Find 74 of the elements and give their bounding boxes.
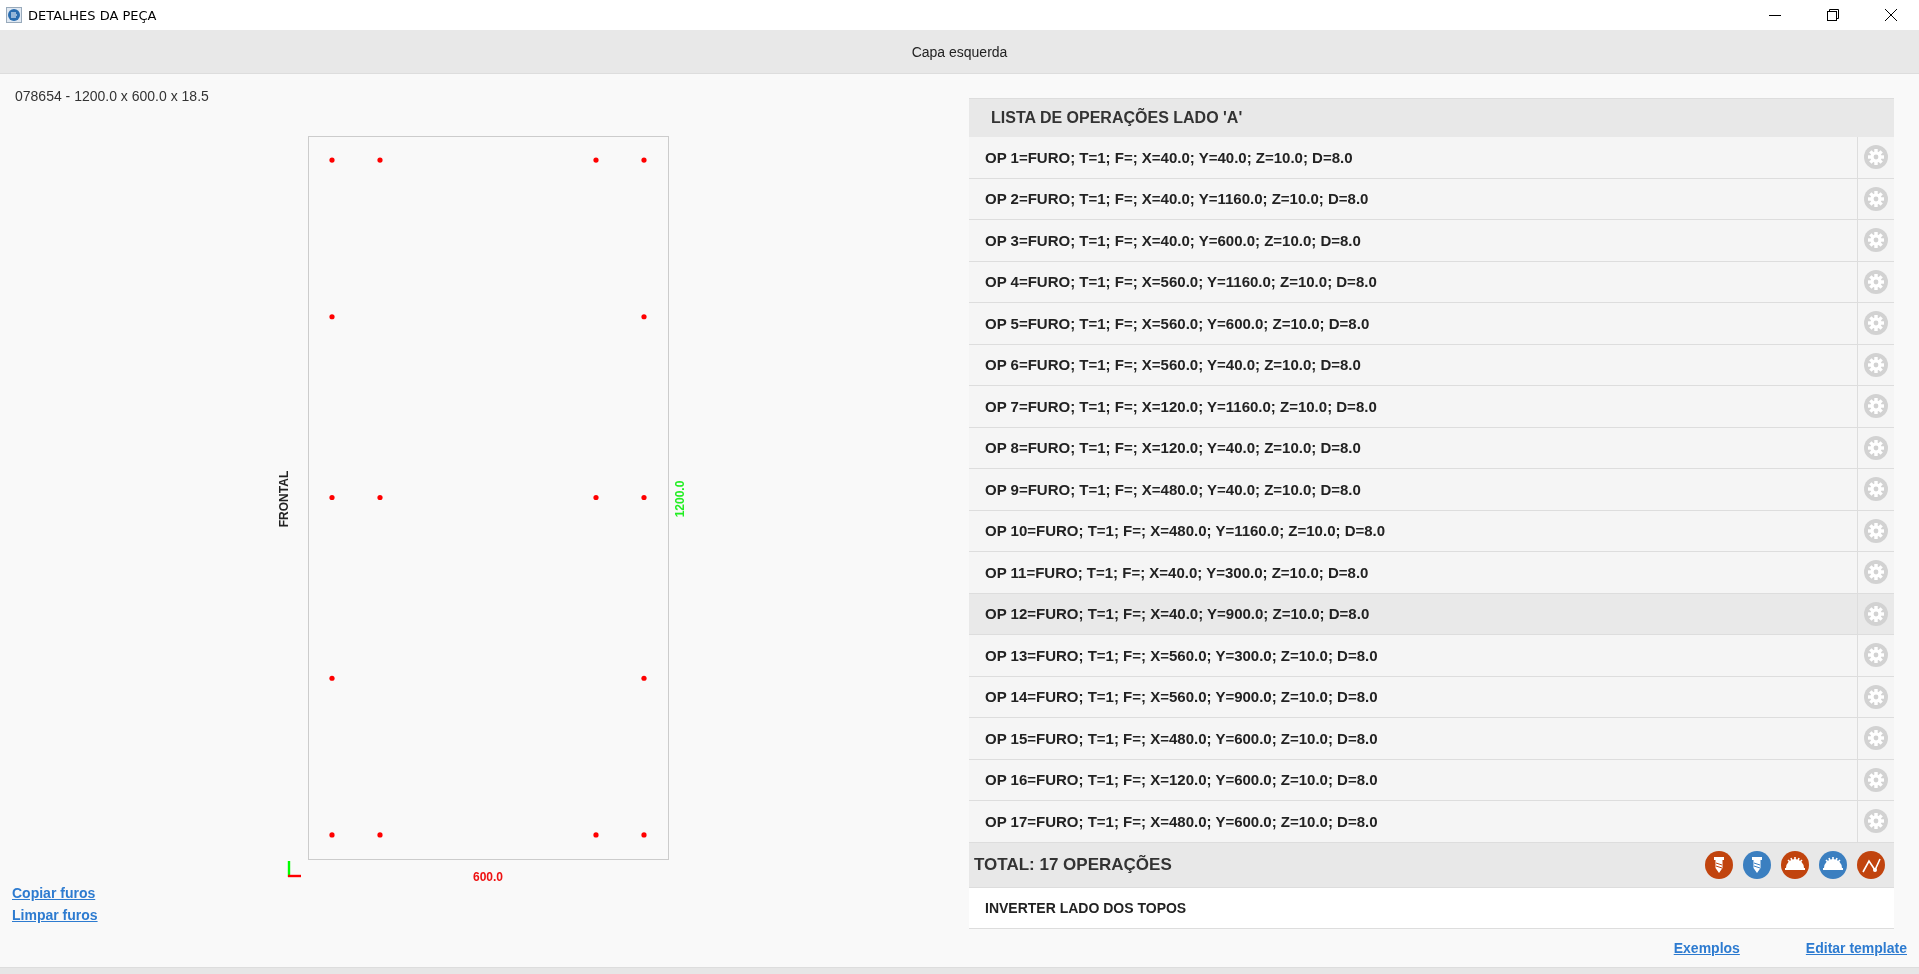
saw-blade-icon[interactable] <box>1780 849 1810 880</box>
operation-label: OP 7=FURO; T=1; F=; X=120.0; Y=1160.0; Z=10.0; D=8.0 <box>984 396 1378 417</box>
polyline-icon[interactable] <box>1856 849 1886 880</box>
settings-icon[interactable] <box>1864 643 1888 668</box>
settings-icon[interactable] <box>1864 767 1888 792</box>
operation-row[interactable]: OP 10=FURO; T=1; F=; X=480.0; Y=1160.0; Z=10.0; D=8.0 <box>969 510 1894 552</box>
operation-row[interactable]: OP 14=FURO; T=1; F=; X=560.0; Y=900.0; Z=10.0; D=8.0 <box>969 676 1894 718</box>
settings-icon[interactable] <box>1864 435 1888 460</box>
operation-row[interactable]: OP 8=FURO; T=1; F=; X=120.0; Y=40.0; Z=10.0; D=8.0 <box>969 427 1894 469</box>
operation-label: OP 5=FURO; T=1; F=; X=560.0; Y=600.0; Z=10.0; D=8.0 <box>984 313 1371 334</box>
operation-row[interactable]: OP 13=FURO; T=1; F=; X=560.0; Y=300.0; Z=10.0; D=8.0 <box>969 635 1894 677</box>
settings-icon[interactable] <box>1864 145 1888 170</box>
operation-label: OP 8=FURO; T=1; F=; X=120.0; Y=40.0; Z=10.0; D=8.0 <box>984 438 1362 459</box>
width-dimension: 600.0 <box>473 870 503 884</box>
operation-row[interactable]: OP 6=FURO; T=1; F=; X=560.0; Y=40.0; Z=10.0; D=8.0 <box>969 344 1894 386</box>
settings-icon[interactable] <box>1864 269 1888 294</box>
operation-label: OP 11=FURO; T=1; F=; X=40.0; Y=300.0; Z=10.0; D=8.0 <box>984 562 1370 583</box>
operation-row[interactable]: OP 12=FURO; T=1; F=; X=40.0; Y=900.0; Z=10.0; D=8.0 <box>969 593 1894 635</box>
operation-label: OP 10=FURO; T=1; F=; X=480.0; Y=1160.0; Z=10.0; D=8.0 <box>984 521 1387 542</box>
operation-label: OP 15=FURO; T=1; F=; X=480.0; Y=600.0; Z=10.0; D=8.0 <box>984 728 1379 749</box>
header-title: Capa esquerda <box>911 43 1008 60</box>
settings-icon[interactable] <box>1864 726 1888 751</box>
settings-icon[interactable] <box>1864 684 1888 709</box>
settings-icon[interactable] <box>1864 809 1888 834</box>
settings-icon[interactable] <box>1864 601 1888 626</box>
operation-label: OP 1=FURO; T=1; F=; X=40.0; Y=40.0; Z=10.0; D=8.0 <box>984 147 1354 168</box>
height-dimension: 1200.0 <box>673 480 687 518</box>
operation-label: OP 4=FURO; T=1; F=; X=560.0; Y=1160.0; Z=10.0; D=8.0 <box>984 272 1378 293</box>
operation-row[interactable]: OP 3=FURO; T=1; F=; X=40.0; Y=600.0; Z=10.0; D=8.0 <box>969 220 1894 262</box>
operation-row[interactable]: OP 9=FURO; T=1; F=; X=480.0; Y=40.0; Z=10.0; D=8.0 <box>969 469 1894 511</box>
operation-row[interactable]: OP 17=FURO; T=1; F=; X=480.0; Y=600.0; Z=10.0; D=8.0 <box>969 801 1894 843</box>
settings-icon[interactable] <box>1864 477 1888 502</box>
operation-row[interactable]: OP 15=FURO; T=1; F=; X=480.0; Y=600.0; Z=10.0; D=8.0 <box>969 718 1894 760</box>
operation-row[interactable]: OP 1=FURO; T=1; F=; X=40.0; Y=40.0; Z=10.0; D=8.0 <box>969 137 1894 179</box>
operation-row[interactable]: OP 11=FURO; T=1; F=; X=40.0; Y=300.0; Z=10.0; D=8.0 <box>969 552 1894 594</box>
operation-label: OP 9=FURO; T=1; F=; X=480.0; Y=40.0; Z=10.0; D=8.0 <box>984 479 1362 500</box>
list-title: LISTA DE OPERAÇÕES LADO 'A' <box>991 109 1243 127</box>
app-icon <box>6 7 22 23</box>
option-label: INVERTER LADO DOS TOPOS <box>985 899 1187 916</box>
settings-icon[interactable] <box>1864 560 1888 585</box>
operation-label: OP 17=FURO; T=1; F=; X=480.0; Y=600.0; Z=10.0; D=8.0 <box>984 811 1379 832</box>
settings-icon[interactable] <box>1864 352 1888 377</box>
operation-label: OP 3=FURO; T=1; F=; X=40.0; Y=600.0; Z=10.0; D=8.0 <box>984 230 1362 251</box>
operation-label: OP 2=FURO; T=1; F=; X=40.0; Y=1160.0; Z=10.0; D=8.0 <box>984 189 1370 210</box>
operation-row[interactable]: OP 2=FURO; T=1; F=; X=40.0; Y=1160.0; Z=10.0; D=8.0 <box>969 178 1894 220</box>
drill-bit-icon[interactable] <box>1704 849 1734 880</box>
operation-row[interactable]: OP 16=FURO; T=1; F=; X=120.0; Y=600.0; Z=10.0; D=8.0 <box>969 759 1894 801</box>
saw-blade-icon[interactable] <box>1818 849 1848 880</box>
drill-bit-icon[interactable] <box>1742 849 1772 880</box>
total-label: TOTAL: 17 OPERAÇÕES <box>974 854 1172 875</box>
window-title: DETALHES DA PEÇA <box>28 7 157 23</box>
operation-row[interactable]: OP 4=FURO; T=1; F=; X=560.0; Y=1160.0; Z=10.0; D=8.0 <box>969 261 1894 303</box>
action-link[interactable]: Limpar furos <box>12 907 98 923</box>
restore-icon[interactable] <box>1827 9 1839 21</box>
operation-label: OP 12=FURO; T=1; F=; X=40.0; Y=900.0; Z=10.0; D=8.0 <box>984 604 1371 625</box>
operation-label: OP 6=FURO; T=1; F=; X=560.0; Y=40.0; Z=10.0; D=8.0 <box>984 355 1362 376</box>
close-icon[interactable] <box>1885 9 1897 21</box>
settings-icon[interactable] <box>1864 311 1888 336</box>
option-row[interactable]: INVERTER LADO DOS TOPOS <box>969 887 1894 929</box>
footer-link[interactable]: Exemplos <box>1673 939 1740 956</box>
settings-icon[interactable] <box>1864 228 1888 253</box>
footer-link[interactable]: Editar template <box>1805 939 1907 956</box>
action-link[interactable]: Copiar furos <box>12 885 98 901</box>
operation-row[interactable]: OP 5=FURO; T=1; F=; X=560.0; Y=600.0; Z=10.0; D=8.0 <box>969 303 1894 345</box>
operation-label: OP 16=FURO; T=1; F=; X=120.0; Y=600.0; Z=10.0; D=8.0 <box>984 770 1379 791</box>
operation-label: OP 13=FURO; T=1; F=; X=560.0; Y=300.0; Z=10.0; D=8.0 <box>984 645 1379 666</box>
settings-icon[interactable] <box>1864 518 1888 543</box>
piece-info: 078654 - 1200.0 x 600.0 x 18.5 <box>15 88 209 104</box>
operation-label: OP 14=FURO; T=1; F=; X=560.0; Y=900.0; Z=10.0; D=8.0 <box>984 687 1379 708</box>
side-label: FRONTAL <box>277 470 291 528</box>
settings-icon[interactable] <box>1864 186 1888 211</box>
operation-row[interactable]: OP 7=FURO; T=1; F=; X=120.0; Y=1160.0; Z=10.0; D=8.0 <box>969 386 1894 428</box>
axis-icon <box>287 861 301 878</box>
settings-icon[interactable] <box>1864 394 1888 419</box>
